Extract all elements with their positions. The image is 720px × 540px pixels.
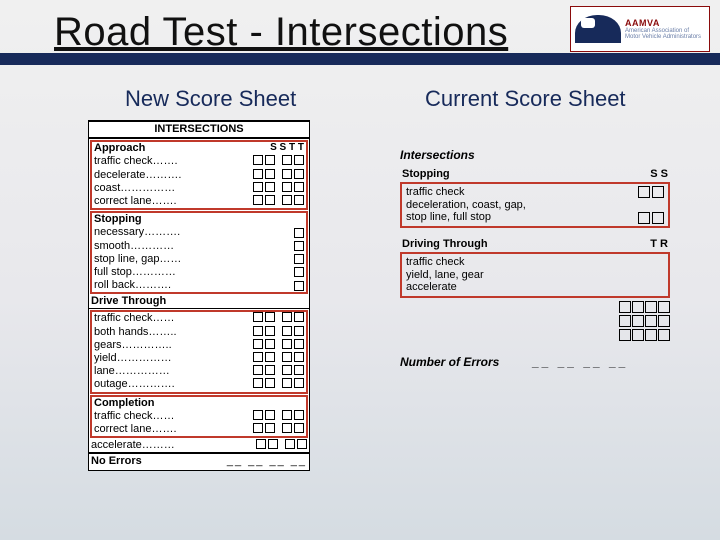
- accelerate-row: accelerate………: [89, 439, 309, 452]
- right-heading: Current Score Sheet: [425, 86, 626, 112]
- row: coast……………: [94, 182, 253, 195]
- drive-through-section: traffic check…… both hands…….. gears……………: [90, 310, 308, 393]
- left-heading: New Score Sheet: [125, 86, 296, 112]
- left-header: INTERSECTIONS: [89, 122, 309, 139]
- driving-lines: traffic check yield, lane, gear accelera…: [406, 256, 484, 294]
- logo-sub2: Motor Vehicle Administrators: [625, 34, 705, 40]
- row: both hands……..: [94, 326, 253, 339]
- stopping-cols-r: S S: [650, 168, 668, 180]
- completion-title: Completion: [94, 397, 155, 410]
- aamva-logo: AAMVA American Association of Motor Vehi…: [570, 6, 710, 52]
- row: lane……………: [94, 365, 253, 378]
- row: roll back……….: [94, 279, 294, 292]
- stopping-title-r: Stopping: [402, 168, 450, 180]
- stopping-title: Stopping: [94, 213, 142, 226]
- completion-section: Completion traffic check…… correct lane……: [90, 395, 308, 439]
- row: correct lane…….: [94, 423, 253, 436]
- stopping-block-r: traffic check deceleration, coast, gap, …: [400, 182, 670, 228]
- stopping-section: Stopping necessary………. smooth………… stop l…: [90, 211, 308, 294]
- drive-through-title: Drive Through: [89, 295, 309, 309]
- approach-section: Approach S S T T traffic check……. decele…: [90, 140, 308, 210]
- right-header: Intersections: [400, 148, 670, 162]
- driving-boxes: [400, 301, 670, 341]
- row: gears…………..: [94, 339, 253, 352]
- page-title: Road Test - Intersections: [54, 10, 508, 55]
- driving-cols-r: T R: [650, 238, 668, 250]
- car-icon: [575, 15, 621, 43]
- approach-cols: S S T T: [270, 142, 304, 155]
- row: smooth…………: [94, 240, 294, 253]
- new-score-sheet: INTERSECTIONS Approach S S T T traffic c…: [88, 120, 310, 471]
- logo-abbr: AAMVA: [625, 18, 705, 28]
- current-score-sheet: Intersections Stopping S S traffic check…: [400, 148, 670, 369]
- driving-block-r: traffic check yield, lane, gear accelera…: [400, 252, 670, 298]
- row: yield……………: [94, 352, 253, 365]
- driving-title-r: Driving Through: [402, 238, 488, 250]
- no-errors-row: No Errors __ __ __ __: [89, 452, 309, 469]
- approach-title: Approach: [94, 142, 145, 155]
- row: decelerate……….: [94, 169, 253, 182]
- row: traffic check……: [94, 312, 253, 325]
- row: traffic check……: [94, 410, 253, 423]
- row: necessary……….: [94, 226, 294, 239]
- row: traffic check…….: [94, 155, 253, 168]
- row: stop line, gap……: [94, 253, 294, 266]
- row: outage………….: [94, 378, 253, 391]
- row: full stop…………: [94, 266, 294, 279]
- number-of-errors: Number of Errors __ __ __ __: [400, 355, 670, 369]
- row: correct lane…….: [94, 195, 253, 208]
- stopping-lines: traffic check deceleration, coast, gap, …: [406, 186, 526, 224]
